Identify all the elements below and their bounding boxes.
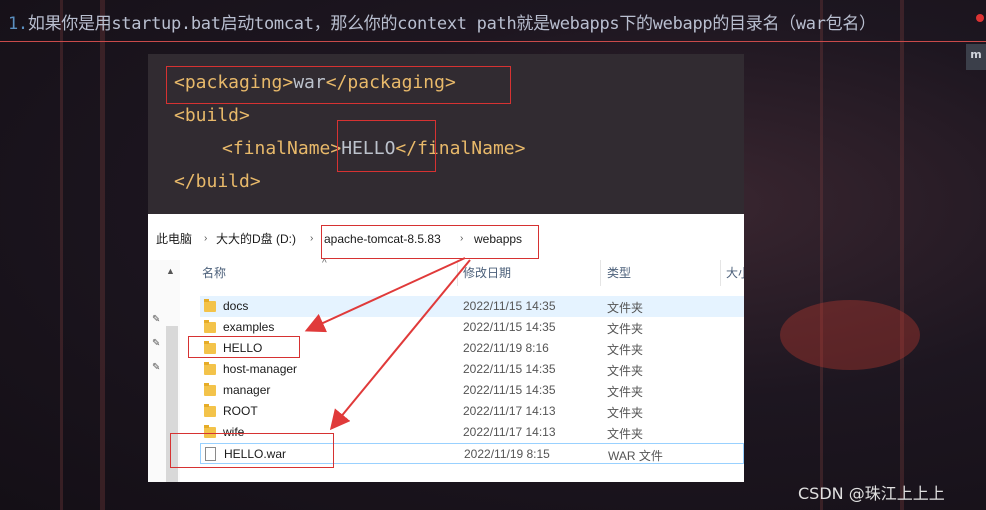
row-type: 文件夹 bbox=[607, 364, 644, 378]
folder-icon bbox=[204, 320, 216, 333]
packaging-highlight-box bbox=[166, 66, 511, 104]
error-dot-icon bbox=[976, 14, 984, 22]
row-type: 文件夹 bbox=[607, 406, 644, 420]
finalname-open-tag: <finalName> bbox=[222, 138, 342, 159]
note-text: 1.如果你是用startup.bat启动tomcat，那么你的context p… bbox=[8, 9, 876, 34]
row-date: 2022/11/15 14:35 bbox=[463, 362, 556, 376]
wallpaper-streak bbox=[100, 0, 105, 510]
build-open-line: <build> bbox=[174, 105, 250, 126]
row-name: manager bbox=[223, 383, 271, 397]
sort-ascending-icon[interactable]: ^ bbox=[322, 258, 327, 269]
column-divider[interactable] bbox=[600, 260, 601, 286]
row-name: host-manager bbox=[223, 362, 298, 376]
path-highlight-box bbox=[321, 225, 539, 259]
war-file-highlight-box bbox=[170, 433, 334, 468]
row-name: examples bbox=[223, 320, 275, 334]
note-body: 如果你是用startup.bat启动tomcat，那么你的context pat… bbox=[27, 14, 876, 34]
note-number: 1. bbox=[8, 14, 28, 34]
watermark: CSDN @珠江上上上 bbox=[798, 484, 945, 503]
wallpaper-streak bbox=[820, 0, 823, 510]
folder-icon bbox=[204, 299, 216, 312]
row-name: docs bbox=[223, 299, 249, 313]
build-close-line: </build> bbox=[174, 171, 261, 192]
table-row[interactable]: ROOT 2022/11/17 14:13 文件夹 bbox=[200, 401, 744, 422]
folder-icon bbox=[204, 383, 216, 396]
wallpaper-streak bbox=[900, 0, 904, 510]
row-date: 2022/11/15 14:35 bbox=[463, 299, 556, 313]
column-header-size[interactable]: 大小 bbox=[726, 264, 744, 281]
row-type: 文件夹 bbox=[607, 427, 644, 441]
hello-folder-highlight-box bbox=[188, 336, 300, 358]
pin-icon[interactable]: ✎ bbox=[152, 362, 160, 373]
code-panel: <packaging>war</packaging> <build> <fina… bbox=[148, 54, 744, 214]
finalname-highlight-box bbox=[337, 120, 436, 172]
column-divider[interactable] bbox=[720, 260, 721, 286]
folder-icon bbox=[204, 362, 216, 375]
breadcrumb-item-this-pc[interactable]: 此电脑 bbox=[156, 224, 192, 254]
row-date: 2022/11/17 14:13 bbox=[463, 404, 556, 418]
column-header-date[interactable]: 修改日期 bbox=[463, 264, 511, 281]
row-type: WAR 文件 bbox=[608, 449, 663, 463]
row-type: 文件夹 bbox=[607, 301, 644, 315]
row-date: 2022/11/17 14:13 bbox=[463, 425, 556, 439]
file-explorer: 此电脑 › 大大的D盘 (D:) › apache-tomcat-8.5.83 … bbox=[148, 214, 744, 482]
breadcrumb-chevron-icon[interactable]: › bbox=[310, 224, 313, 254]
pin-icon[interactable]: ✎ bbox=[152, 314, 160, 325]
table-row[interactable]: docs 2022/11/15 14:35 文件夹 bbox=[200, 296, 744, 317]
scroll-up-icon[interactable]: ▲ bbox=[166, 266, 175, 276]
row-type: 文件夹 bbox=[607, 322, 644, 336]
wallpaper-glow bbox=[780, 300, 920, 370]
row-date: 2022/11/15 14:35 bbox=[463, 320, 556, 334]
side-chip-button[interactable]: m bbox=[966, 44, 986, 70]
column-divider[interactable] bbox=[457, 260, 458, 286]
note-header: 1.如果你是用startup.bat启动tomcat，那么你的context p… bbox=[0, 0, 986, 42]
folder-icon bbox=[204, 404, 216, 417]
row-type: 文件夹 bbox=[607, 385, 644, 399]
row-date: 2022/11/19 8:16 bbox=[463, 341, 549, 355]
row-date: 2022/11/15 14:35 bbox=[463, 383, 556, 397]
column-header-type[interactable]: 类型 bbox=[607, 264, 631, 281]
table-row[interactable]: manager 2022/11/15 14:35 文件夹 bbox=[200, 380, 744, 401]
row-type: 文件夹 bbox=[607, 343, 644, 357]
column-header-name[interactable]: 名称 bbox=[202, 264, 226, 281]
table-row[interactable]: host-manager 2022/11/15 14:35 文件夹 bbox=[200, 359, 744, 380]
breadcrumb-chevron-icon[interactable]: › bbox=[204, 224, 207, 254]
pin-icon[interactable]: ✎ bbox=[152, 338, 160, 349]
wallpaper-streak bbox=[60, 0, 63, 510]
table-row[interactable]: examples 2022/11/15 14:35 文件夹 bbox=[200, 317, 744, 338]
row-name: ROOT bbox=[223, 404, 258, 418]
row-date: 2022/11/19 8:15 bbox=[464, 447, 550, 461]
breadcrumb-item-drive[interactable]: 大大的D盘 (D:) bbox=[216, 224, 296, 254]
